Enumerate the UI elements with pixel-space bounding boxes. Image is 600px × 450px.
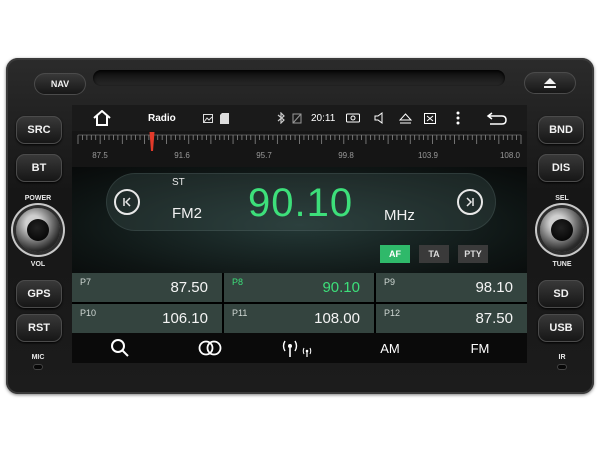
tuner-needle [149, 132, 155, 151]
preset-frequency: 106.10 [162, 310, 208, 327]
dis-button[interactable]: DIS [538, 154, 584, 182]
preset-number: P10 [80, 308, 97, 318]
bnd-button[interactable]: BND [538, 116, 584, 144]
frequency-display: 90.10 [248, 181, 354, 225]
sd-button-label: SD [553, 288, 569, 300]
preset-frequency: 90.10 [322, 279, 360, 296]
eject-screen-icon[interactable] [399, 105, 412, 131]
stereo-indicator: ST [172, 177, 185, 188]
preset-p11[interactable]: P11 108.00 [224, 304, 374, 333]
src-button-label: SRC [27, 124, 51, 136]
tuner-scale-label: 91.6 [174, 151, 190, 160]
more-menu-icon[interactable] [456, 105, 460, 131]
preset-frequency: 108.00 [314, 310, 360, 327]
preset-p9[interactable]: P9 98.10 [376, 273, 527, 302]
bottom-bar: AM FM [72, 333, 527, 363]
bnd-button-label: BND [549, 124, 573, 136]
seek-forward-icon [466, 197, 474, 207]
preset-p7[interactable]: P7 87.50 [72, 273, 222, 302]
bt-button-label: BT [31, 162, 47, 174]
ta-toggle[interactable]: TA [419, 245, 449, 263]
seek-back-button[interactable] [114, 189, 140, 215]
usb-button-label: USB [549, 322, 573, 334]
stereo-mode-button[interactable] [190, 333, 230, 363]
search-button[interactable] [102, 333, 138, 363]
volume-knob[interactable] [16, 208, 60, 252]
rst-button-label: RST [28, 322, 50, 334]
tuner-scale-label: 108.0 [500, 151, 521, 160]
sel-label: SEL [555, 195, 569, 202]
volume-icon[interactable] [374, 105, 386, 131]
eject-icon [544, 78, 556, 88]
nav-button[interactable]: NAV [34, 73, 86, 95]
nav-button-label: NAV [50, 79, 70, 89]
preset-number: P12 [384, 308, 401, 318]
tune-knob[interactable] [540, 208, 584, 252]
screen: Radio 20:11 87.5 91.6 95.7 99.8 103.9 10… [72, 105, 527, 363]
clock-time: 20:11 [311, 112, 336, 124]
seek-back-icon [123, 197, 131, 207]
preset-number: P9 [384, 277, 396, 287]
vol-label: VOL [30, 261, 46, 268]
preset-p12[interactable]: P12 87.50 [376, 304, 527, 333]
src-button[interactable]: SRC [16, 116, 62, 144]
tune-label: TUNE [552, 261, 572, 268]
af-toggle[interactable]: AF [380, 245, 410, 263]
back-icon[interactable] [486, 105, 508, 131]
usb-button[interactable]: USB [538, 314, 584, 342]
app-title: Radio [148, 112, 176, 124]
local-distance-button[interactable] [277, 333, 317, 363]
ir-label: IR [558, 354, 566, 361]
power-label: POWER [24, 195, 52, 202]
preset-grid: P7 87.50 P8 90.10 P9 98.10 P10 106.10 P1… [72, 273, 527, 333]
gps-button-label: GPS [27, 288, 51, 300]
preset-p10[interactable]: P10 106.10 [72, 304, 222, 333]
bluetooth-icon [277, 105, 285, 131]
preset-frequency: 87.50 [170, 279, 208, 296]
gps-button[interactable]: GPS [16, 280, 62, 308]
radio-main-panel: ST FM2 90.10 MHz AF TA PTY [72, 167, 527, 273]
close-window-icon[interactable] [424, 105, 436, 131]
dis-button-label: DIS [551, 162, 571, 174]
tuner-scale-label: 99.8 [338, 151, 354, 160]
no-signal-icon [292, 105, 302, 131]
rst-button[interactable]: RST [16, 314, 62, 342]
camera-icon[interactable] [346, 105, 360, 131]
tuner-scale[interactable]: 87.5 91.6 95.7 99.8 103.9 108.0 [72, 131, 527, 167]
image-icon [203, 105, 213, 131]
tuner-scale-label: 103.9 [418, 151, 439, 160]
preset-frequency: 87.50 [475, 310, 513, 327]
tuner-ticks: 87.5 91.6 95.7 99.8 103.9 108.0 [77, 132, 522, 160]
band-label: FM2 [172, 205, 202, 222]
fm-button[interactable]: FM [464, 333, 496, 363]
disc-slot [93, 70, 505, 86]
preset-number: P11 [232, 308, 248, 318]
mic-label: MIC [31, 354, 45, 361]
bt-button[interactable]: BT [16, 154, 62, 182]
sd-button[interactable]: SD [538, 280, 584, 308]
eject-button[interactable] [524, 72, 576, 94]
preset-number: P8 [232, 277, 244, 287]
status-bar: Radio 20:11 [72, 105, 527, 131]
search-icon [111, 339, 129, 357]
sd-card-icon [220, 105, 229, 131]
preset-number: P7 [80, 277, 92, 287]
frequency-unit: MHz [384, 207, 415, 224]
ir-sensor [557, 364, 567, 370]
am-button[interactable]: AM [374, 333, 406, 363]
preset-frequency: 98.10 [475, 279, 513, 296]
pty-toggle[interactable]: PTY [458, 245, 488, 263]
seek-forward-button[interactable] [457, 189, 483, 215]
preset-p8[interactable]: P8 90.10 [224, 273, 374, 302]
tuner-scale-label: 95.7 [256, 151, 272, 160]
stereo-icon [198, 340, 222, 356]
mic-hole [33, 364, 43, 370]
home-icon[interactable] [92, 105, 112, 131]
antenna-icon [282, 340, 312, 357]
tuner-scale-label: 87.5 [92, 151, 108, 160]
